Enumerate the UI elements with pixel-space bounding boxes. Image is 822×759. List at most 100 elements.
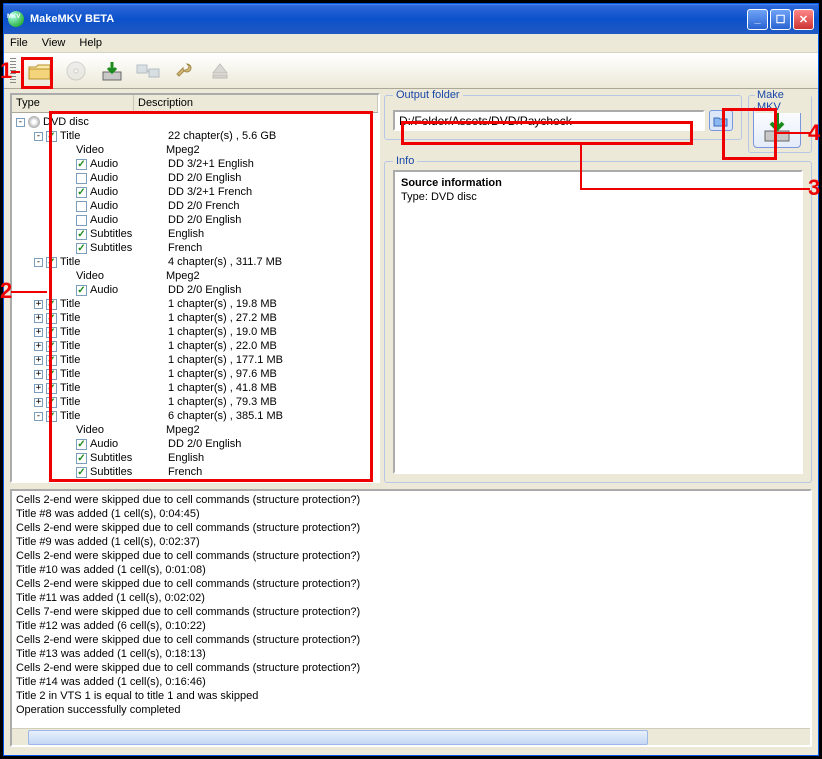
tree-row[interactable]: +✓Title1 chapter(s) , 27.2 MB <box>12 311 378 325</box>
window-title: MakeMKV BETA <box>30 13 114 25</box>
checkbox[interactable] <box>76 201 87 212</box>
expand-toggle[interactable]: + <box>34 398 43 407</box>
tree-row[interactable]: ✓SubtitlesEnglish <box>12 227 378 241</box>
tree-row[interactable]: ✓AudioDD 3/2+1 English <box>12 157 378 171</box>
tree-row[interactable]: AudioDD 2/0 French <box>12 199 378 213</box>
checkbox[interactable] <box>76 215 87 226</box>
expand-toggle[interactable]: + <box>34 384 43 393</box>
output-folder-legend: Output folder <box>393 89 463 101</box>
checkbox[interactable] <box>76 173 87 184</box>
checkbox[interactable]: ✓ <box>76 229 87 240</box>
settings-button[interactable] <box>170 57 198 85</box>
checkbox[interactable]: ✓ <box>76 439 87 450</box>
tree-row[interactable]: ✓SubtitlesFrench <box>12 241 378 255</box>
app-window: MakeMKV BETA _ ☐ ✕ File View Help <box>3 3 819 756</box>
tree-item-desc: English <box>168 452 204 464</box>
tree-row[interactable]: +✓Title1 chapter(s) , 97.6 MB <box>12 367 378 381</box>
expand-toggle[interactable]: + <box>34 356 43 365</box>
checkbox[interactable]: ✓ <box>46 257 57 268</box>
tree-row[interactable]: +✓Title1 chapter(s) , 79.3 MB <box>12 395 378 409</box>
tree-header: Type Description <box>12 95 378 113</box>
tree-row[interactable]: +✓Title1 chapter(s) , 22.0 MB <box>12 339 378 353</box>
expand-toggle[interactable]: - <box>16 118 25 127</box>
menu-view[interactable]: View <box>42 37 66 49</box>
title-tree-panel: Type Description -DVD disc-✓Title22 chap… <box>10 93 380 483</box>
checkbox[interactable]: ✓ <box>76 285 87 296</box>
log-scroll-thumb[interactable] <box>28 730 648 745</box>
menubar: File View Help <box>4 34 818 53</box>
tree-item-name: Title <box>60 298 168 310</box>
tree-row[interactable]: ✓AudioDD 2/0 English <box>12 283 378 297</box>
tree-row[interactable]: ✓AudioDD 2/0 English <box>12 437 378 451</box>
checkbox[interactable]: ✓ <box>46 355 57 366</box>
menu-help[interactable]: Help <box>79 37 102 49</box>
expand-toggle[interactable]: - <box>34 412 43 421</box>
stream-button[interactable] <box>134 57 162 85</box>
log-line: Title #13 was added (1 cell(s), 0:18:13) <box>16 647 806 661</box>
column-type[interactable]: Type <box>12 95 134 112</box>
checkbox[interactable]: ✓ <box>46 481 57 482</box>
expand-toggle[interactable]: - <box>34 258 43 267</box>
tree-item-name: Video <box>76 144 166 156</box>
tree-row[interactable]: AudioDD 2/0 English <box>12 213 378 227</box>
checkbox[interactable]: ✓ <box>46 397 57 408</box>
expand-toggle[interactable]: + <box>34 314 43 323</box>
tree-row[interactable]: VideoMpeg2 <box>12 269 378 283</box>
log-body[interactable]: Cells 2-end were skipped due to cell com… <box>12 491 810 728</box>
tree-item-name: Subtitles <box>90 466 168 478</box>
checkbox[interactable]: ✓ <box>76 187 87 198</box>
tree-row[interactable]: ✓SubtitlesEnglish <box>12 451 378 465</box>
tree-body[interactable]: -DVD disc-✓Title22 chapter(s) , 5.6 GBVi… <box>12 113 378 481</box>
titlebar[interactable]: MakeMKV BETA _ ☐ ✕ <box>4 4 818 34</box>
expand-toggle[interactable]: + <box>34 370 43 379</box>
tree-row[interactable]: AudioDD 2/0 English <box>12 171 378 185</box>
tree-row[interactable]: +✓Title1 chapter(s) , 177.1 MB <box>12 353 378 367</box>
column-description[interactable]: Description <box>134 95 378 112</box>
tree-row[interactable]: ✓SubtitlesFrench <box>12 465 378 479</box>
checkbox[interactable]: ✓ <box>46 341 57 352</box>
menu-file[interactable]: File <box>10 37 28 49</box>
maximize-button[interactable]: ☐ <box>770 9 791 30</box>
save-button[interactable] <box>98 57 126 85</box>
tree-row[interactable]: -✓Title6 chapter(s) , 385.1 MB <box>12 409 378 423</box>
checkbox[interactable]: ✓ <box>46 131 57 142</box>
checkbox[interactable]: ✓ <box>76 467 87 478</box>
tree-row[interactable]: VideoMpeg2 <box>12 143 378 157</box>
tree-row[interactable]: ✓AudioDD 3/2+1 French <box>12 185 378 199</box>
checkbox[interactable]: ✓ <box>76 243 87 254</box>
checkbox[interactable]: ✓ <box>46 383 57 394</box>
close-button[interactable]: ✕ <box>793 9 814 30</box>
tree-item-desc: French <box>168 242 202 254</box>
tree-row[interactable]: +✓Title1 chapter(s) , 19.0 MB <box>12 325 378 339</box>
folder-icon <box>28 61 52 81</box>
eject-button[interactable] <box>206 57 234 85</box>
checkbox[interactable]: ✓ <box>76 453 87 464</box>
checkbox[interactable]: ✓ <box>76 159 87 170</box>
expand-toggle[interactable]: + <box>34 342 43 351</box>
checkbox[interactable]: ✓ <box>46 411 57 422</box>
checkbox[interactable]: ✓ <box>46 299 57 310</box>
output-folder-input[interactable] <box>393 110 705 131</box>
checkbox[interactable]: ✓ <box>46 369 57 380</box>
tree-row[interactable]: -DVD disc <box>12 115 378 129</box>
make-mkv-icon <box>761 111 793 143</box>
tree-row[interactable]: -✓Title4 chapter(s) , 311.7 MB <box>12 255 378 269</box>
tree-item-desc: 1 chapter(s) , 177.1 MB <box>168 354 283 366</box>
browse-folder-button[interactable] <box>709 110 733 131</box>
checkbox[interactable]: ✓ <box>46 327 57 338</box>
tree-row[interactable]: +✓Title1 chapter(s) , 19.8 MB <box>12 297 378 311</box>
log-scrollbar[interactable] <box>12 728 810 745</box>
tree-row[interactable]: +✓Title1 chapter(s) , 688.4 MB <box>12 479 378 481</box>
info-line: Type: DVD disc <box>401 190 795 204</box>
open-folder-button[interactable] <box>26 57 54 85</box>
open-disc-button[interactable] <box>62 57 90 85</box>
checkbox[interactable]: ✓ <box>46 313 57 324</box>
tree-row[interactable]: VideoMpeg2 <box>12 423 378 437</box>
tree-row[interactable]: -✓Title22 chapter(s) , 5.6 GB <box>12 129 378 143</box>
minimize-button[interactable]: _ <box>747 9 768 30</box>
expand-toggle[interactable]: + <box>34 328 43 337</box>
tree-item-desc: 1 chapter(s) , 79.3 MB <box>168 396 277 408</box>
expand-toggle[interactable]: + <box>34 300 43 309</box>
expand-toggle[interactable]: - <box>34 132 43 141</box>
tree-row[interactable]: +✓Title1 chapter(s) , 41.8 MB <box>12 381 378 395</box>
